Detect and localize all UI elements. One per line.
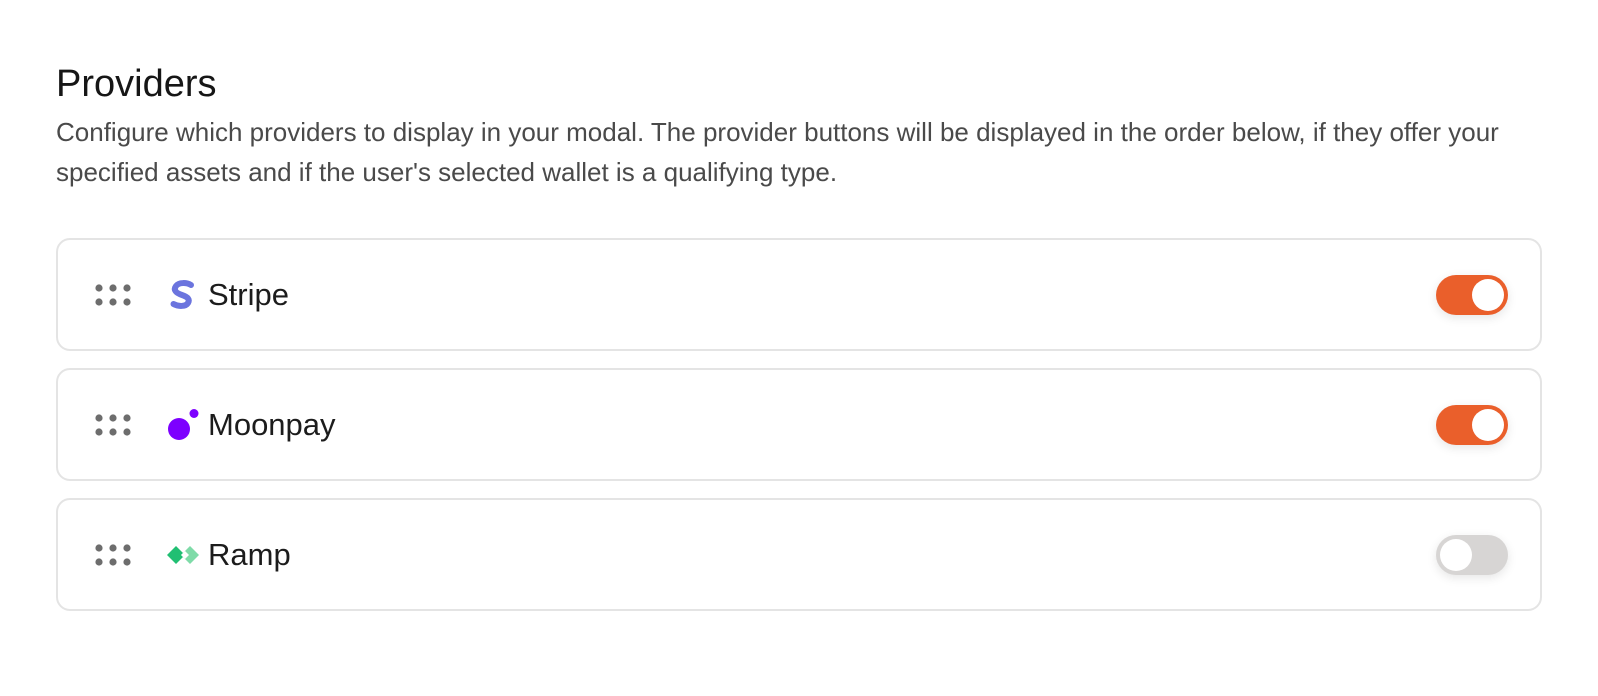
- section-description: Configure which providers to display in …: [56, 117, 1499, 187]
- provider-row-moonpay: Moonpay: [56, 368, 1542, 481]
- provider-name: Stripe: [208, 276, 289, 312]
- provider-toggle-stripe[interactable]: [1436, 274, 1508, 315]
- provider-row-stripe: Stripe: [56, 238, 1542, 351]
- provider-list: Stripe Moonpay Ramp: [56, 238, 1542, 628]
- page-title: Providers: [56, 63, 217, 105]
- stripe-logo-icon: [170, 279, 194, 309]
- provider-row-ramp: Ramp: [56, 498, 1542, 611]
- moonpay-logo-icon: [168, 408, 199, 440]
- provider-name: Moonpay: [208, 406, 336, 442]
- drag-handle-icon[interactable]: [94, 283, 134, 306]
- providers-section: Providers Configure which providers to d…: [56, 60, 1542, 192]
- drag-handle-icon[interactable]: [94, 543, 134, 566]
- drag-handle-icon[interactable]: [94, 413, 134, 436]
- ramp-logo-icon: [167, 545, 199, 564]
- provider-toggle-moonpay[interactable]: [1436, 404, 1508, 445]
- toggle-knob: [1472, 408, 1504, 441]
- provider-toggle-ramp[interactable]: [1436, 534, 1508, 575]
- provider-name: Ramp: [208, 536, 291, 572]
- toggle-knob: [1440, 538, 1472, 571]
- toggle-knob: [1472, 278, 1504, 311]
